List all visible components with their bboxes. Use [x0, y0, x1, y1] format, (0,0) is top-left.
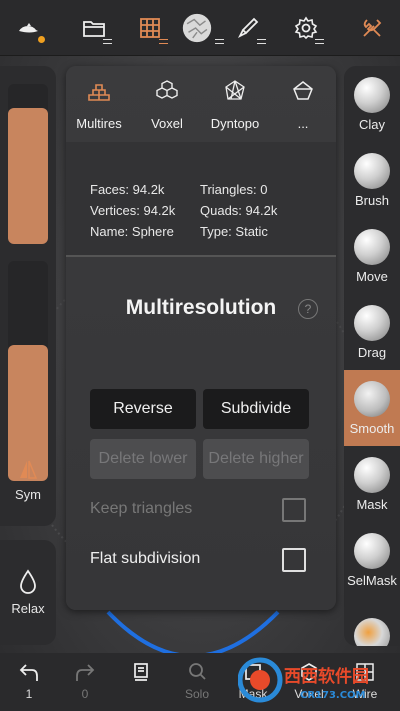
tab-label: Dyntopo: [210, 116, 260, 131]
submenu-indicator: [257, 39, 266, 44]
undo-count: 1: [25, 687, 33, 701]
material-sphere-icon[interactable]: [172, 8, 224, 48]
tool-label: Clay: [358, 116, 385, 132]
droplet-icon: [20, 569, 36, 594]
tab-multires[interactable]: Multires: [66, 74, 132, 134]
reverse-button[interactable]: Reverse: [90, 389, 196, 429]
redo-icon: [76, 664, 95, 681]
settings-icon[interactable]: [286, 8, 326, 48]
tool-mask[interactable]: Mask: [344, 446, 400, 522]
tool-brush[interactable]: Brush: [344, 142, 400, 218]
flat-subdivision-label: Flat subdivision: [90, 550, 201, 567]
mesh-info-panel: Faces: 94.2k Vertices: 94.2k Name: Spher…: [66, 142, 336, 257]
layers-icon: [134, 663, 148, 681]
tool-label: Brush: [355, 192, 389, 208]
tool-label: Mask: [356, 496, 388, 512]
search-icon: [189, 663, 206, 680]
next-tool-icon: [354, 618, 390, 646]
subdivide-button[interactable]: Subdivide: [203, 389, 309, 429]
section-title: Multiresolution: [125, 296, 277, 319]
symmetry-button[interactable]: Sym: [0, 445, 56, 515]
redo-count: 0: [81, 687, 89, 701]
move-tool-icon: [354, 228, 390, 265]
tab-label: Multires: [76, 116, 122, 131]
undo-icon: [19, 664, 38, 681]
tab-dyntopo[interactable]: Dyntopo: [202, 74, 268, 134]
mesh-name: Name: Sphere: [90, 224, 174, 239]
brush-tool-icon: [354, 152, 390, 189]
bricks-icon: [88, 84, 110, 101]
drag-tool-icon: [354, 304, 390, 341]
cubes-icon: [156, 80, 178, 99]
tool-move[interactable]: Move: [344, 218, 400, 294]
topology-grid-icon[interactable]: [130, 8, 170, 48]
smooth-tool-icon: [354, 380, 390, 417]
tab-more[interactable]: ...: [270, 74, 336, 134]
radius-slider-fill: [8, 108, 48, 244]
help-icon[interactable]: ?: [298, 299, 318, 319]
tool-label: Move: [356, 268, 388, 284]
selmask-tool-icon: [354, 532, 390, 569]
triangles-count: Triangles: 0: [200, 182, 268, 197]
submenu-indicator: [159, 39, 168, 44]
polygon-icon: [225, 80, 245, 100]
watermark-url: CR173.COM: [300, 690, 366, 701]
watermark-logo: 西西软件园 CR173.COM: [238, 657, 368, 703]
top-toolbar: [0, 0, 400, 56]
faces-count: Faces: 94.2k: [90, 182, 165, 197]
keep-triangles-label: Keep triangles: [90, 500, 193, 517]
tool-drag[interactable]: Drag: [344, 294, 400, 370]
tools-icon[interactable]: [352, 8, 392, 48]
submenu-indicator: [215, 39, 224, 44]
pentagon-icon: [293, 81, 313, 100]
scene-icon[interactable]: [8, 8, 48, 48]
undo-button[interactable]: 1: [4, 661, 54, 707]
symmetry-label: Sym: [15, 486, 41, 502]
flat-subdivision-checkbox[interactable]: [282, 548, 306, 572]
folder-icon[interactable]: [74, 8, 114, 48]
tab-voxel[interactable]: Voxel: [134, 74, 200, 134]
notification-dot: [38, 36, 45, 43]
mesh-type: Type: Static: [200, 224, 268, 239]
tool-selmask[interactable]: SelMask: [344, 522, 400, 598]
clay-tool-icon: [354, 76, 390, 113]
tool-label: Smooth: [349, 420, 395, 436]
tab-label: Voxel: [151, 116, 183, 131]
topology-popup: Multires Voxel Dyntopo ... Faces: 94.2k …: [66, 66, 336, 610]
keep-triangles-checkbox[interactable]: [282, 498, 306, 522]
tool-smooth[interactable]: Smooth: [344, 370, 400, 446]
relax-button[interactable]: Relax: [0, 540, 56, 645]
delete-lower-button[interactable]: Delete lower: [90, 439, 196, 479]
tool-strip: Clay Brush Move Drag Smooth Mask SelMask: [344, 66, 400, 646]
solo-button[interactable]: Solo: [172, 661, 222, 707]
topology-tabs: Multires Voxel Dyntopo ...: [66, 66, 336, 142]
delete-higher-button[interactable]: Delete higher: [203, 439, 309, 479]
tool-label: SelMask: [347, 572, 397, 588]
submenu-indicator: [103, 39, 112, 44]
brush-icon[interactable]: [228, 8, 268, 48]
tool-clay[interactable]: Clay: [344, 66, 400, 142]
tab-label: ...: [297, 116, 309, 131]
relax-label: Relax: [11, 601, 45, 616]
redo-button[interactable]: 0: [60, 661, 110, 707]
watermark-text: 西西软件园: [284, 666, 368, 687]
quads-count: Quads: 94.2k: [200, 203, 278, 218]
symmetry-icon: [20, 460, 38, 479]
tool-next[interactable]: [344, 598, 400, 646]
solo-label: Solo: [184, 687, 210, 701]
mask-tool-icon: [354, 456, 390, 493]
radius-slider[interactable]: [8, 84, 48, 244]
vertices-count: Vertices: 94.2k: [90, 203, 176, 218]
tool-label: Drag: [357, 344, 387, 360]
submenu-indicator: [315, 39, 324, 44]
layers-button[interactable]: [116, 661, 166, 707]
